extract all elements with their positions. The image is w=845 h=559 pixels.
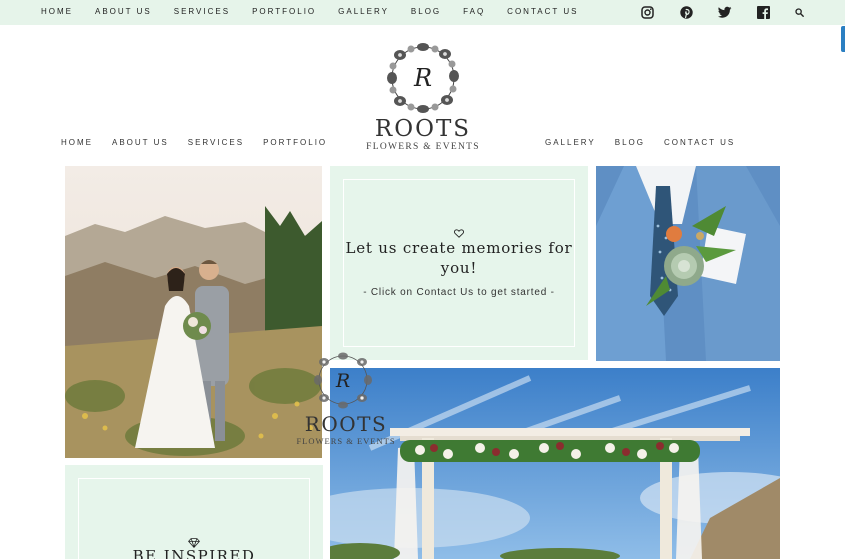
main-nav-blog[interactable]: BLOG xyxy=(615,138,645,147)
main-nav-services[interactable]: SERVICES xyxy=(188,138,244,147)
top-bar: HOME ABOUT US SERVICES PORTFOLIO GALLERY… xyxy=(0,0,845,25)
search-icon[interactable] xyxy=(795,5,804,19)
wedding-couple-photo[interactable] xyxy=(65,166,322,458)
overlay-logo-wreath: R xyxy=(314,352,372,409)
promo-subline: - Click on Contact Us to get started - xyxy=(363,287,555,298)
heart-icon xyxy=(454,229,464,238)
main-nav-portfolio[interactable]: PORTFOLIO xyxy=(263,138,327,147)
pinterest-icon[interactable] xyxy=(680,5,693,19)
top-nav-blog[interactable]: BLOG xyxy=(411,7,441,16)
main-nav-contact-us[interactable]: CONTACT US xyxy=(664,138,735,147)
overlay-logo-wordmark: ROOTS xyxy=(304,412,388,436)
facebook-icon[interactable] xyxy=(757,5,770,19)
top-nav-services[interactable]: SERVICES xyxy=(174,7,230,16)
logo-monogram: R xyxy=(413,64,432,92)
main-nav-left: HOME ABOUT US SERVICES PORTFOLIO xyxy=(61,138,346,147)
twitter-icon[interactable] xyxy=(718,5,732,19)
main-nav-about-us[interactable]: ABOUT US xyxy=(112,138,169,147)
overlay-logo-tagline: FLOWERS & EVENTS xyxy=(296,436,396,446)
main-nav-gallery[interactable]: GALLERY xyxy=(545,138,596,147)
top-nav: HOME ABOUT US SERVICES PORTFOLIO GALLERY… xyxy=(41,0,600,22)
main-nav-right: GALLERY BLOG CONTACT US xyxy=(545,138,754,147)
overlay-logo-monogram: R xyxy=(335,370,350,392)
logo-wordmark: ROOTS xyxy=(374,116,472,142)
inspire-headline: BE INSPIRED xyxy=(132,547,256,559)
side-tab[interactable] xyxy=(841,26,845,52)
promo-headline-line1: Let us create memories for xyxy=(345,239,573,257)
promo-card: Let us create memories for you! - Click … xyxy=(330,166,588,360)
top-nav-faq[interactable]: FAQ xyxy=(463,7,485,16)
logo-wreath: R xyxy=(387,43,459,113)
top-nav-gallery[interactable]: GALLERY xyxy=(338,7,389,16)
arbor-photo[interactable] xyxy=(330,368,780,559)
boutonniere-photo[interactable] xyxy=(596,166,780,361)
site-logo[interactable]: R ROOTS FLOWERS & EVENTS xyxy=(363,38,483,156)
logo-tagline: FLOWERS & EVENTS xyxy=(366,142,480,152)
top-nav-home[interactable]: HOME xyxy=(41,7,73,16)
top-nav-portfolio[interactable]: PORTFOLIO xyxy=(252,7,316,16)
top-nav-contact-us[interactable]: CONTACT US xyxy=(507,7,578,16)
top-nav-about-us[interactable]: ABOUT US xyxy=(95,7,152,16)
overlay-logo: R ROOTS FLOWERS & EVENTS xyxy=(296,350,396,450)
instagram-icon[interactable] xyxy=(641,5,654,19)
promo-headline-line2: you! xyxy=(440,259,478,277)
inspire-card: BE INSPIRED xyxy=(65,465,323,559)
main-nav-home[interactable]: HOME xyxy=(61,138,93,147)
